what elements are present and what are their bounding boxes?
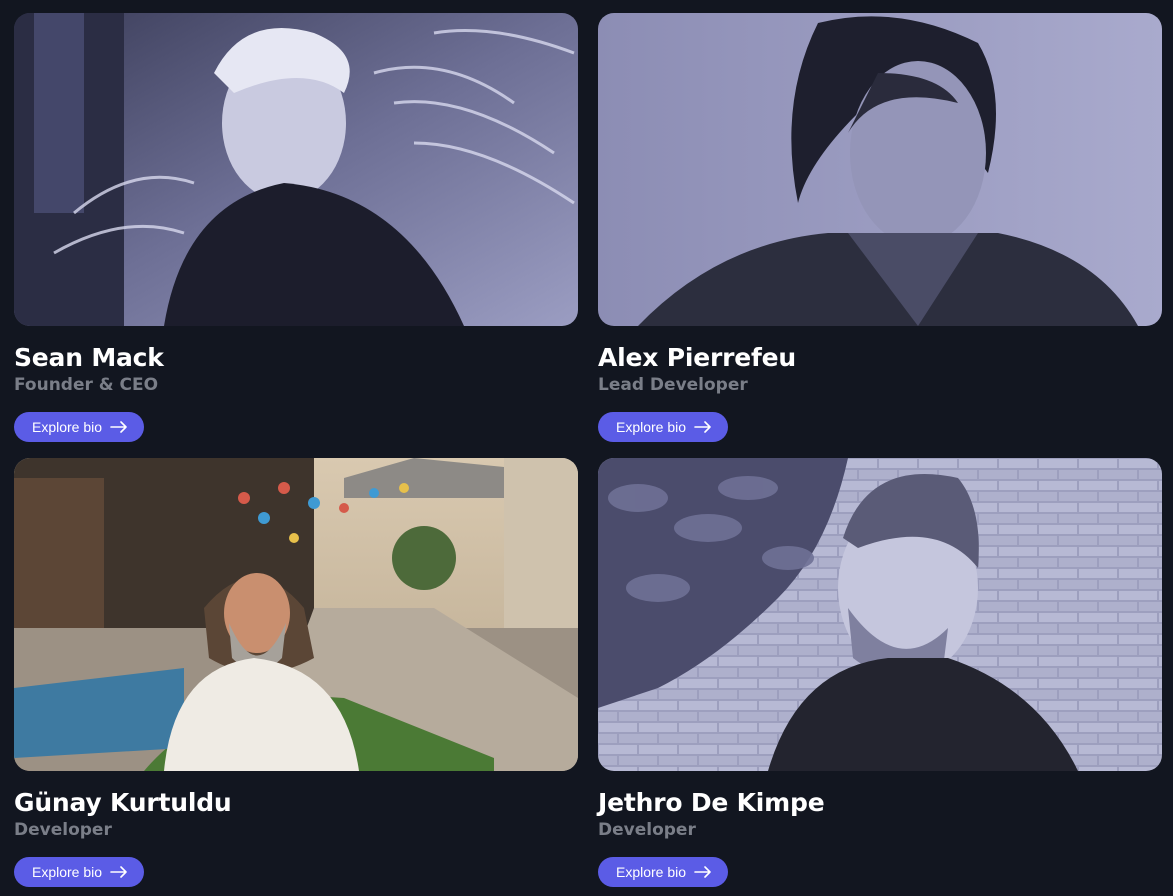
team-card-gunay-kurtuldu: Günay Kurtuldu Developer Explore bio — [14, 458, 578, 887]
button-label: Explore bio — [616, 864, 687, 880]
team-card-sean-mack: Sean Mack Founder & CEO Explore bio — [14, 13, 578, 442]
member-role: Founder & CEO — [14, 375, 159, 395]
member-role: Lead Developer — [598, 375, 748, 395]
explore-bio-button[interactable]: Explore bio — [598, 857, 729, 887]
explore-bio-button[interactable]: Explore bio — [598, 412, 729, 442]
arrow-right-icon — [694, 866, 711, 878]
explore-bio-button[interactable]: Explore bio — [14, 412, 145, 442]
member-name: Günay Kurtuldu — [14, 788, 232, 817]
member-name: Jethro De Kimpe — [598, 788, 825, 817]
arrow-right-icon — [110, 866, 127, 878]
member-name: Alex Pierrefeu — [598, 343, 796, 372]
button-label: Explore bio — [32, 864, 103, 880]
arrow-right-icon — [694, 421, 711, 433]
explore-bio-button[interactable]: Explore bio — [14, 857, 145, 887]
member-role: Developer — [14, 820, 112, 840]
button-label: Explore bio — [32, 419, 103, 435]
profile-photo — [14, 13, 578, 326]
profile-photo — [598, 458, 1162, 771]
profile-photo — [14, 458, 578, 771]
member-name: Sean Mack — [14, 343, 164, 372]
team-card-alex-pierrefeu: Alex Pierrefeu Lead Developer Explore bi… — [598, 13, 1162, 442]
team-card-jethro-de-kimpe: Jethro De Kimpe Developer Explore bio — [598, 458, 1162, 887]
button-label: Explore bio — [616, 419, 687, 435]
member-role: Developer — [598, 820, 696, 840]
arrow-right-icon — [110, 421, 127, 433]
profile-photo — [598, 13, 1162, 326]
